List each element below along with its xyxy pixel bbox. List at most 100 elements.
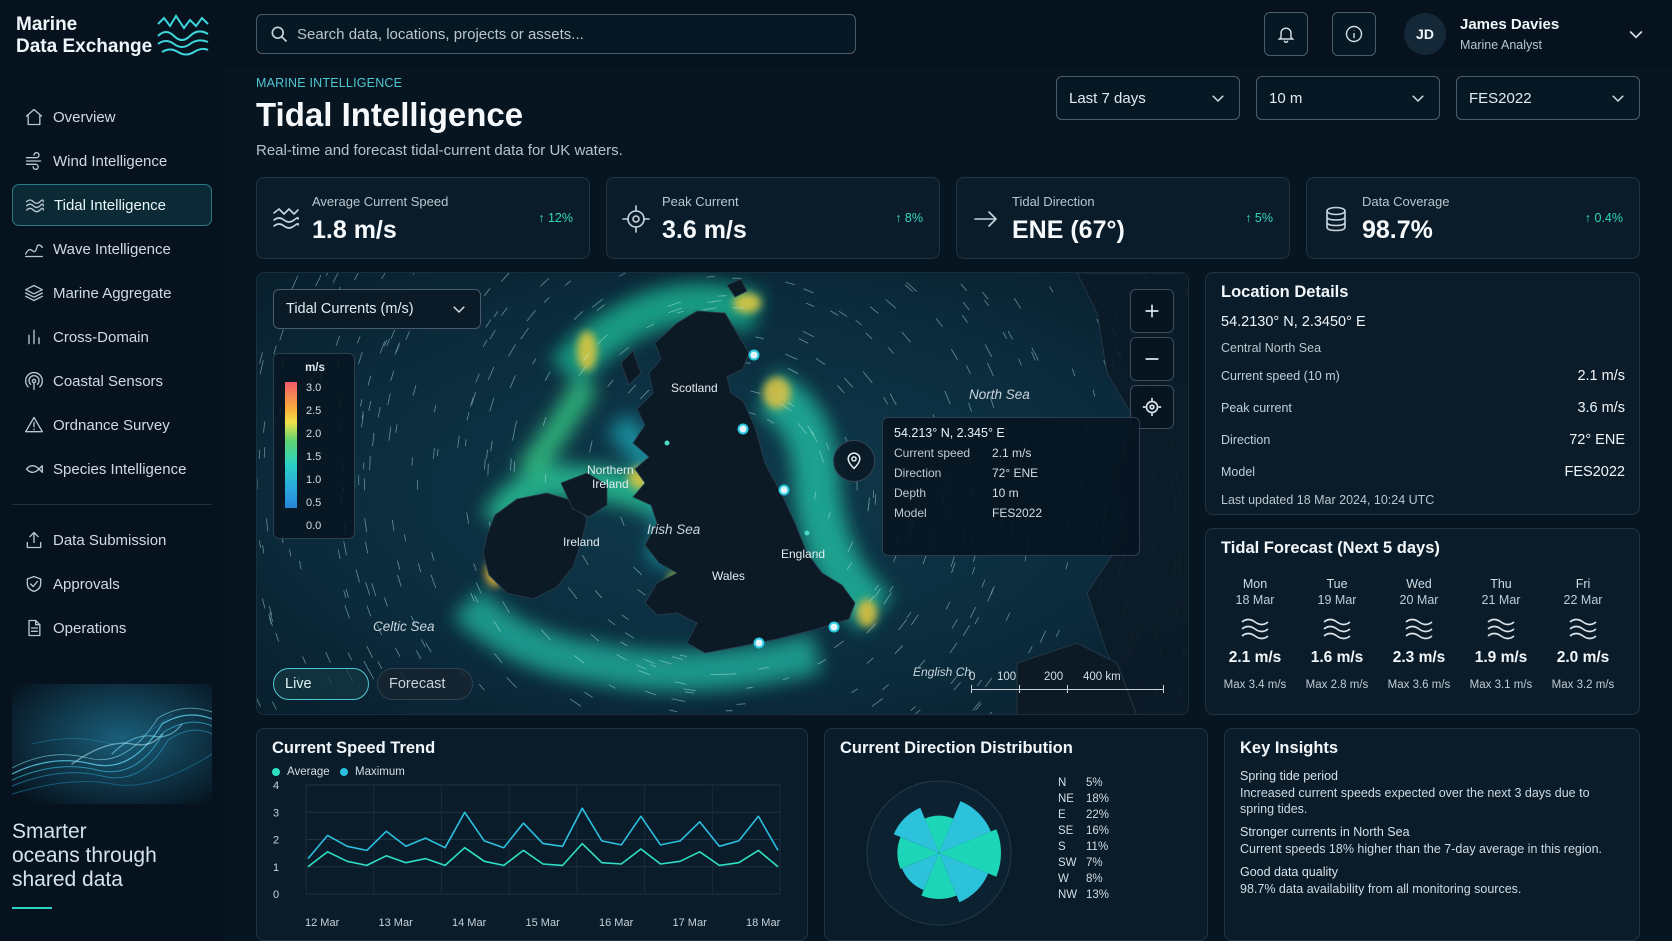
x-tick-label: 15 Mar: [526, 917, 561, 929]
forecast-value: 2.3 m/s: [1392, 649, 1446, 666]
insight-title: Stronger currents in North Sea: [1240, 825, 1410, 839]
tooltip-key: Current speed: [894, 446, 971, 460]
arrow-up-icon: ↑: [1245, 211, 1255, 225]
nav-item-aggregate[interactable]: Marine Aggregate: [12, 272, 212, 314]
waves-icon: [1322, 615, 1352, 641]
forecast-date: 19 Mar: [1317, 593, 1357, 607]
scale-tick: [1163, 685, 1164, 693]
avatar[interactable]: JD: [1404, 13, 1446, 55]
user-role: Marine Analyst: [1460, 38, 1542, 52]
tidal-forecast-panel: Tidal Forecast (Next 5 days) Mon 18 Mar 2.…: [1205, 528, 1640, 715]
forecast-day[interactable]: Tue 19 Mar 1.6 m/s Max 2.8 m/s: [1296, 577, 1378, 691]
target-icon: [621, 204, 651, 234]
detail-row: Current speed (10 m) 2.1 m/s: [1221, 368, 1625, 389]
sidebar: Marine Data Exchange Overview Wind Intel…: [0, 0, 224, 941]
x-tick-label: 13 Mar: [379, 917, 414, 929]
user-name[interactable]: James Davies: [1460, 16, 1559, 33]
forecast-day-name: Tue: [1326, 577, 1348, 591]
zoom-out-button[interactable]: [1130, 337, 1174, 381]
detail-value: 72° ENE: [1569, 432, 1625, 448]
nav-item-tidal[interactable]: Tidal Intelligence: [12, 184, 212, 226]
forecast-toggle[interactable]: Forecast: [377, 668, 473, 700]
forecast-max: Max 2.8 m/s: [1305, 679, 1369, 691]
legend-tick: 3.0: [306, 382, 322, 394]
forecast-day-name: Mon: [1242, 577, 1268, 591]
top-bar: JD James Davies Marine Analyst: [224, 0, 1672, 68]
insight-text: Current speeds 18% higher than the 7-day…: [1240, 842, 1603, 856]
y-tick-label: 2: [273, 835, 279, 847]
period-select[interactable]: Last 7 days: [1056, 76, 1240, 120]
detail-value: FES2022: [1564, 464, 1625, 480]
brand[interactable]: Marine Data Exchange: [16, 14, 212, 64]
wind-icon: [23, 150, 45, 172]
direction-pct: 5%: [1086, 777, 1103, 789]
nav-item-overview[interactable]: Overview: [12, 96, 212, 138]
forecast-date: 22 Mar: [1563, 593, 1603, 607]
depth-select[interactable]: 10 m: [1256, 76, 1440, 120]
info-button[interactable]: [1332, 12, 1376, 56]
x-tick-label: 18 Mar: [746, 917, 781, 929]
direction-pct: 18%: [1086, 793, 1110, 805]
insight-text: 98.7% data availability from all monitor…: [1240, 882, 1522, 896]
direction-pct: 22%: [1086, 809, 1110, 821]
nav-item-ordnance[interactable]: Ordnance Survey: [12, 404, 212, 446]
model-select[interactable]: FES2022: [1456, 76, 1640, 120]
insight-text: Increased current speeds expected over t…: [1240, 786, 1590, 816]
chevron-down-icon[interactable]: [1626, 24, 1646, 44]
kpi-value: 3.6 m/s: [662, 216, 747, 244]
nav-label: Ordnance Survey: [53, 416, 170, 434]
forecast-date: 20 Mar: [1399, 593, 1439, 607]
label-england: England: [781, 547, 826, 561]
forecast-day[interactable]: Mon 18 Mar 2.1 m/s Max 3.4 m/s: [1214, 577, 1296, 691]
last-updated: Last updated 18 Mar 2024, 10:24 UTC: [1221, 493, 1435, 507]
nav-item-wind[interactable]: Wind Intelligence: [12, 140, 212, 182]
forecast-day[interactable]: Fri 22 Mar 2.0 m/s Max 3.2 m/s: [1542, 577, 1624, 691]
page-subtitle: Real-time and forecast tidal-current dat…: [256, 142, 623, 159]
nav-item-species[interactable]: Species Intelligence: [12, 448, 212, 490]
nav-item-approvals[interactable]: Approvals: [12, 563, 212, 605]
label-celtic-sea: Celtic Sea: [373, 619, 435, 634]
nav-item-coastal-sensors[interactable]: Coastal Sensors: [12, 360, 212, 402]
warning-icon: [23, 414, 45, 436]
search-box[interactable]: [256, 14, 856, 54]
label-ni-line1: Northern: [587, 463, 634, 477]
notifications-button[interactable]: [1264, 12, 1308, 56]
tidal-map[interactable]: Scotland Northern Ireland Ireland Englan…: [256, 272, 1189, 715]
nav-item-wave[interactable]: Wave Intelligence: [12, 228, 212, 270]
scale-tick: [1067, 685, 1068, 693]
direction-item: E 22%: [1058, 809, 1109, 821]
kpi-label: Average Current Speed: [312, 194, 449, 209]
map-pin-icon: [847, 452, 861, 470]
bell-icon: [1277, 27, 1295, 43]
kpi-delta-value: 12%: [547, 211, 573, 225]
nav-item-cross-domain[interactable]: Cross-Domain: [12, 316, 212, 358]
location-pin-button[interactable]: [833, 440, 875, 482]
kpi-card-average-speed[interactable]: Average Current Speed 1.8 m/s ↑ 12%: [256, 177, 590, 259]
live-toggle[interactable]: Live: [273, 668, 369, 700]
line-chart: 4 3 2 1 0 12 Mar 13 Mar 14 Mar 15 Mar 16 Mar 17 Ma…: [273, 780, 781, 929]
forecast-day[interactable]: Wed 20 Mar 2.3 m/s Max 3.6 m/s: [1378, 577, 1460, 691]
kpi-label: Tidal Direction: [1012, 194, 1095, 209]
main-nav: Overview Wind Intelligence Tidal Intelli…: [12, 96, 212, 651]
forecast-max: Max 3.1 m/s: [1469, 679, 1533, 691]
direction-name: SE: [1058, 825, 1074, 837]
kpi-card-data-coverage[interactable]: Data Coverage 98.7% ↑ 0.4%: [1306, 177, 1640, 259]
kpi-card-peak-current[interactable]: Peak Current 3.6 m/s ↑ 8%: [606, 177, 940, 259]
zoom-in-button[interactable]: [1130, 289, 1174, 333]
direction-distribution-panel: Current Direction Distribution N 5% NE 18% E…: [824, 728, 1208, 941]
nav-item-operations[interactable]: Operations: [12, 607, 212, 649]
detail-key: Current speed (10 m): [1221, 369, 1340, 383]
direction-pct: 7%: [1086, 857, 1103, 869]
search-input[interactable]: [297, 25, 837, 43]
upload-icon: [23, 529, 45, 551]
direction-pct: 13%: [1086, 889, 1110, 901]
flow-streak: [258, 449, 261, 460]
kpi-card-tidal-direction[interactable]: Tidal Direction ENE (67°) ↑ 5%: [956, 177, 1290, 259]
waves-icon: [1568, 615, 1598, 641]
nav-item-data-submission[interactable]: Data Submission: [12, 519, 212, 561]
legend-unit: m/s: [305, 362, 325, 374]
tooltip-row: Direction 72° ENE: [894, 466, 1128, 486]
key-insights-panel: Key Insights Spring tide period Increase…: [1224, 728, 1640, 941]
forecast-day[interactable]: Thu 21 Mar 1.9 m/s Max 3.1 m/s: [1460, 577, 1542, 691]
layer-select[interactable]: Tidal Currents (m/s): [273, 289, 481, 329]
